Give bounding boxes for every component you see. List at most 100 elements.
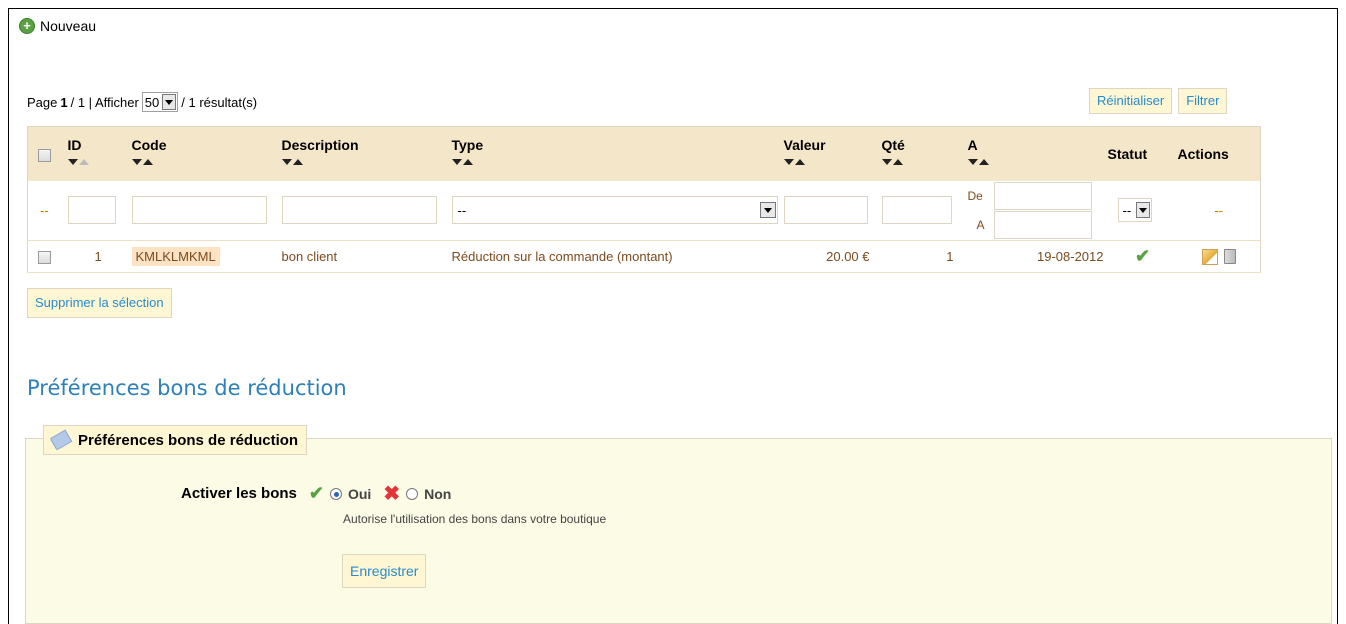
cell-value: 20.00 € [783, 240, 882, 273]
cell-type: Réduction sur la commande (montant) [451, 240, 784, 273]
row-select-cell [27, 240, 68, 273]
no-label[interactable]: Non [424, 486, 451, 502]
date-to-row: A [968, 210, 1108, 239]
delete-selection-button[interactable]: Supprimer la sélection [27, 288, 172, 318]
chevron-down-icon [1136, 202, 1151, 219]
filter-dash: -- [1214, 202, 1224, 218]
date-from-label: De [967, 188, 983, 203]
per-page-value: 50 [144, 94, 160, 110]
filter-cell-description [281, 180, 452, 241]
col-type-label: Type [451, 137, 484, 153]
sort-icon[interactable] [881, 157, 968, 167]
col-actions-label: Actions [1177, 145, 1229, 162]
col-qty[interactable]: Qté [881, 126, 968, 181]
filter-actions: Réinitialiser Filtrer [1089, 88, 1228, 114]
value-filter-input[interactable] [783, 196, 868, 225]
filter-cell-value [783, 180, 882, 241]
preferences-title: Préférences bons de réduction [27, 376, 347, 400]
check-icon[interactable]: ✔ [1135, 246, 1150, 266]
code-filter-input[interactable] [131, 196, 267, 225]
code-value: KMLKLMKML [131, 247, 220, 266]
page-total: / 1 | Afficher [70, 94, 139, 110]
filter-cell-select: -- [27, 180, 68, 241]
id-filter-input[interactable] [67, 196, 116, 225]
save-button[interactable]: Enregistrer [342, 554, 427, 588]
plus-icon: + [19, 18, 35, 34]
col-value-label: Valeur [783, 137, 826, 153]
col-id[interactable]: ID [67, 126, 132, 181]
description-filter-input[interactable] [281, 196, 437, 225]
filter-cell-status: -- [1107, 180, 1178, 241]
col-description[interactable]: Description [281, 126, 452, 181]
preferences-fieldset [25, 438, 1332, 624]
filter-row: -- -- De A -- -- [27, 180, 1261, 241]
col-id-label: ID [67, 137, 82, 153]
col-status-label: Statut [1107, 145, 1148, 162]
col-qty-label: Qté [881, 137, 905, 153]
per-page-select[interactable]: 50 [141, 92, 179, 112]
edit-icon[interactable] [1201, 248, 1218, 265]
col-actions: Actions [1177, 126, 1261, 181]
col-code-label: Code [131, 137, 167, 153]
yes-radio[interactable] [329, 487, 342, 500]
filter-cell-id [67, 180, 132, 241]
sort-icon[interactable] [451, 157, 784, 167]
date-to-label: A [976, 217, 985, 232]
chevron-down-icon [162, 94, 177, 110]
filter-cell-type: -- [451, 180, 784, 241]
page-current: 1 [60, 94, 68, 110]
select-all-cell [27, 126, 68, 181]
filter-cell-qty [881, 180, 968, 241]
filter-dash: -- [40, 202, 49, 218]
type-filter-select[interactable]: -- [451, 196, 778, 225]
select-all-checkbox[interactable] [38, 148, 51, 162]
qty-filter-input[interactable] [881, 196, 952, 225]
chevron-down-icon [759, 202, 776, 219]
sort-icon[interactable] [783, 157, 882, 167]
cross-icon: ✖ [383, 483, 401, 505]
tag-icon [49, 429, 73, 451]
cell-id: 1 [67, 240, 132, 273]
cell-code: KMLKLMKML [131, 240, 282, 273]
type-filter-value: -- [457, 202, 467, 218]
cell-description: bon client [281, 240, 452, 273]
filter-cell-code [131, 180, 282, 241]
enable-vouchers-help: Autorise l'utilisation des bons dans vot… [343, 512, 607, 526]
check-icon: ✔ [308, 483, 324, 503]
sort-icon[interactable] [131, 157, 282, 167]
row-checkbox[interactable] [38, 251, 51, 265]
status-filter-value: -- [1122, 202, 1132, 218]
cell-qty: 1 [881, 240, 968, 273]
cell-actions [1177, 240, 1261, 273]
col-to-label: A [967, 137, 978, 153]
vouchers-table: ID Code Description Type Valeur Qté A St… [27, 126, 1261, 273]
new-label: Nouveau [40, 18, 97, 34]
date-to-input[interactable] [993, 210, 1092, 239]
reset-button[interactable]: Réinitialiser [1089, 88, 1173, 114]
col-description-label: Description [281, 137, 359, 153]
date-range: De A [967, 181, 1108, 239]
results-count: / 1 résultat(s) [181, 94, 258, 110]
sort-icon[interactable] [967, 157, 1108, 167]
filter-button[interactable]: Filtrer [1178, 88, 1228, 114]
yes-label[interactable]: Oui [348, 486, 371, 502]
filter-cell-date: De A [967, 180, 1108, 241]
col-type[interactable]: Type [451, 126, 784, 181]
filter-cell-actions: -- [1177, 180, 1261, 241]
col-value[interactable]: Valeur [783, 126, 882, 181]
sort-icon[interactable] [67, 157, 132, 167]
col-code[interactable]: Code [131, 126, 282, 181]
page-prefix: Page [27, 94, 58, 110]
cell-status[interactable]: ✔ [1107, 240, 1178, 273]
no-radio[interactable] [406, 487, 419, 500]
date-from-input[interactable] [993, 181, 1092, 210]
col-status: Statut [1107, 126, 1178, 181]
preferences-legend: Préférences bons de réduction [43, 425, 308, 455]
new-voucher-link[interactable]: + Nouveau [19, 18, 96, 34]
enable-vouchers-row: Activer les bons ✔ Oui ✖ Non [181, 481, 451, 506]
status-filter-select[interactable]: -- [1117, 198, 1153, 223]
col-to[interactable]: A [967, 126, 1108, 181]
trash-icon[interactable] [1223, 249, 1236, 265]
table-row[interactable]: 1 KMLKLMKML bon client Réduction sur la … [27, 240, 1261, 273]
sort-icon[interactable] [281, 157, 452, 167]
